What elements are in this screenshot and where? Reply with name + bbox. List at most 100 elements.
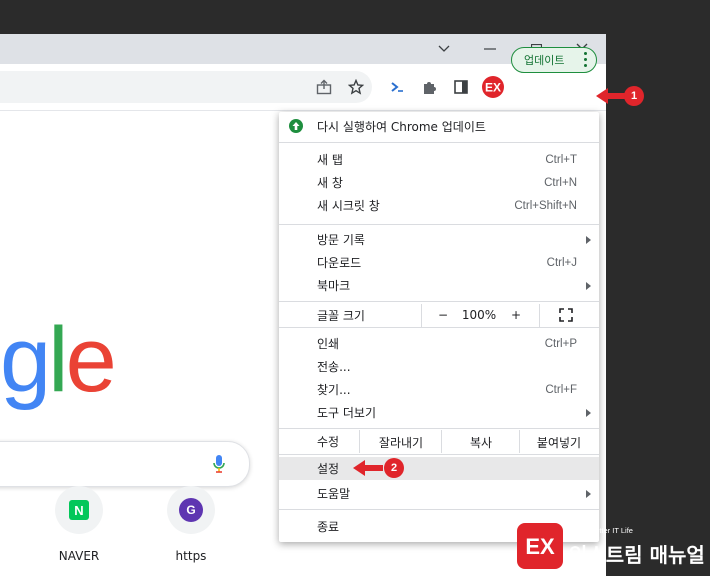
menu-item-label: 도구 더보기 [317,406,377,420]
submenu-arrow-icon [586,281,591,290]
cut-button[interactable]: 잘라내기 [361,434,441,451]
chevron-down-icon [438,45,450,52]
menu-divider [279,509,599,510]
menu-item-label: 설정 [317,462,340,476]
logo-letter-g: g [0,309,51,411]
menu-item-shortcut: Ctrl+Shift+N [514,199,577,212]
menu-divider [279,224,599,225]
menu-item-relaunch-update[interactable]: 다시 실행하여 Chrome 업데이트 [279,115,599,138]
menu-item-new-tab[interactable]: 새 탭 Ctrl+T [279,148,599,171]
menu-item-label: 새 탭 [317,153,343,167]
watermark-name: 익스트림 매뉴얼 [569,543,705,567]
svg-text:EX: EX [525,534,555,559]
menu-item-label: 새 시크릿 창 [317,199,380,213]
extension-powershell-button[interactable] [383,73,411,101]
puzzle-icon [424,82,436,94]
shortcut-label: https [175,549,207,563]
star-icon [348,79,364,95]
menu-item-new-window[interactable]: 새 창 Ctrl+N [279,171,599,194]
submenu-arrow-icon [586,235,591,244]
submenu-arrow-icon [586,489,591,498]
menu-item-print[interactable]: 인쇄 Ctrl+P [279,332,599,355]
paste-button[interactable]: 붙여넣기 [521,434,597,451]
menu-item-help[interactable]: 도움말 [279,482,599,505]
update-button-label: 업데이트 [524,54,565,67]
minimize-icon [484,48,496,50]
menu-divider [279,454,599,455]
edit-label: 수정 [317,435,340,449]
toolbar: EX [0,64,606,111]
logo-letter-l: l [48,309,69,411]
annotation-badge-1: 1 [624,86,644,106]
menu-item-shortcut: Ctrl+J [546,256,577,269]
shortcut-naver[interactable]: N NAVER [39,486,119,563]
extensions-button[interactable] [415,73,443,101]
shortcut-label: NAVER [58,549,100,563]
watermark-tagline: More Better IT Life [571,526,633,535]
menu-divider [279,428,599,429]
bookmark-star-button[interactable] [342,73,370,101]
menu-item-find[interactable]: 찾기... Ctrl+F [279,378,599,401]
update-arrow-icon [289,119,303,133]
menu-item-label: 전송... [317,360,351,374]
menu-item-shortcut: Ctrl+F [545,383,577,396]
watermark-logo-icon: EX [517,523,563,569]
kebab-menu-icon [584,52,588,70]
update-menu-button[interactable]: 업데이트 [511,47,597,73]
microphone-icon[interactable] [212,454,226,474]
menu-item-label: 인쇄 [317,337,340,351]
annotation-badge-2: 2 [384,458,404,478]
menu-item-bookmarks[interactable]: 북마크 [279,274,599,297]
share-icon [316,79,332,95]
shortcut-tile: G [167,486,215,534]
fullscreen-icon[interactable] [559,308,573,322]
address-bar[interactable] [0,71,372,103]
menu-item-shortcut: Ctrl+T [545,153,577,166]
chrome-main-menu: 다시 실행하여 Chrome 업데이트 새 탭 Ctrl+T 새 창 Ctrl+N … [279,112,599,542]
avatar-icon: EX [482,76,504,98]
svg-text:EX: EX [485,81,501,95]
menu-item-label: 다운로드 [317,256,362,270]
menu-item-label: 새 창 [317,176,343,190]
logo-letter-e: e [65,309,117,411]
zoom-value: 100% [461,308,497,322]
menu-item-new-incognito[interactable]: 새 시크릿 창 Ctrl+Shift+N [279,194,599,217]
zoom-label: 글꼴 크기 [317,309,365,323]
menu-item-label: 북마크 [317,279,351,293]
side-panel-button[interactable] [447,73,475,101]
shortcut-https[interactable]: G https [151,486,231,563]
naver-icon: N [69,500,89,520]
menu-divider [279,142,599,143]
menu-item-label: 다시 실행하여 Chrome 업데이트 [317,120,486,134]
copy-button[interactable]: 복사 [443,434,519,451]
profile-avatar[interactable]: EX [479,73,507,101]
edit-divider [441,430,442,453]
menu-item-label: 종료 [317,520,340,534]
menu-item-shortcut: Ctrl+N [544,176,577,189]
menu-item-settings[interactable]: 설정 [279,457,599,480]
submenu-arrow-icon [586,408,591,417]
zoom-in-button[interactable]: + [501,308,531,322]
menu-divider [279,301,599,302]
menu-item-shortcut: Ctrl+P [544,337,577,350]
menu-item-label: 방문 기록 [317,233,365,247]
annotation-arrow-2-icon [353,460,383,476]
menu-item-downloads[interactable]: 다운로드 Ctrl+J [279,251,599,274]
site-favicon-icon: G [179,498,203,522]
tab-search-button[interactable] [421,34,467,64]
zoom-out-button[interactable]: − [429,308,457,322]
edit-divider [519,430,520,453]
search-box[interactable] [0,441,250,487]
menu-divider [279,327,599,328]
menu-item-more-tools[interactable]: 도구 더보기 [279,401,599,424]
zoom-divider [539,304,540,327]
side-panel-icon [454,80,468,94]
menu-item-history[interactable]: 방문 기록 [279,228,599,251]
menu-item-cast[interactable]: 전송... [279,355,599,378]
google-logo: gle [0,314,117,406]
watermark: EX More Better IT Life 익스트림 매뉴얼 [515,519,709,575]
menu-item-label: 찾기... [317,383,351,397]
minimize-button[interactable] [467,34,513,64]
annotation-arrow-1-icon [596,88,626,104]
share-button[interactable] [310,73,338,101]
